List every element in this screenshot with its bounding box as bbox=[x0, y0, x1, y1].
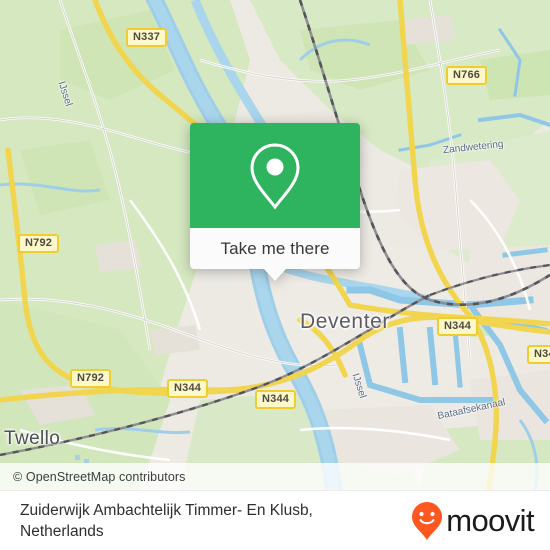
map-pin-icon bbox=[250, 142, 300, 209]
place-label-deventer: Deventer bbox=[300, 310, 391, 333]
location-title: Zuiderwijk Ambachtelijk Timmer- En Klusb… bbox=[20, 501, 313, 540]
map-canvas[interactable]: N337 N766 N792 N792 N344 N344 N344 N34 D… bbox=[0, 0, 550, 490]
map-screenshot-page: N337 N766 N792 N792 N344 N344 N344 N34 D… bbox=[0, 0, 550, 550]
take-me-there-label: Take me there bbox=[220, 238, 330, 258]
location-callout-card[interactable]: Take me there bbox=[190, 123, 360, 281]
road-shield[interactable]: N344 bbox=[255, 390, 297, 409]
page-footer: Zuiderwijk Ambachtelijk Timmer- En Klusb… bbox=[0, 490, 550, 550]
moovit-wordmark: moovit bbox=[446, 503, 534, 538]
road-shield[interactable]: N792 bbox=[70, 369, 112, 388]
place-label-twello: Twello bbox=[4, 428, 61, 449]
map-attribution-bar: © OpenStreetMap contributors bbox=[0, 463, 550, 490]
moovit-smiley-pin-icon bbox=[412, 501, 443, 540]
attribution-text[interactable]: © OpenStreetMap contributors bbox=[0, 470, 186, 484]
road-shield[interactable]: N337 bbox=[126, 28, 168, 47]
road-shield[interactable]: N34 bbox=[527, 345, 550, 364]
road-shield[interactable]: N344 bbox=[167, 379, 209, 398]
moovit-logo[interactable]: moovit bbox=[410, 501, 535, 541]
callout-image-area bbox=[190, 123, 360, 228]
callout-action-area[interactable]: Take me there bbox=[190, 228, 360, 281]
road-shield[interactable]: N766 bbox=[446, 66, 488, 85]
road-shield[interactable]: N344 bbox=[437, 317, 479, 336]
callout-tail bbox=[264, 269, 286, 281]
road-shield[interactable]: N792 bbox=[18, 234, 60, 253]
